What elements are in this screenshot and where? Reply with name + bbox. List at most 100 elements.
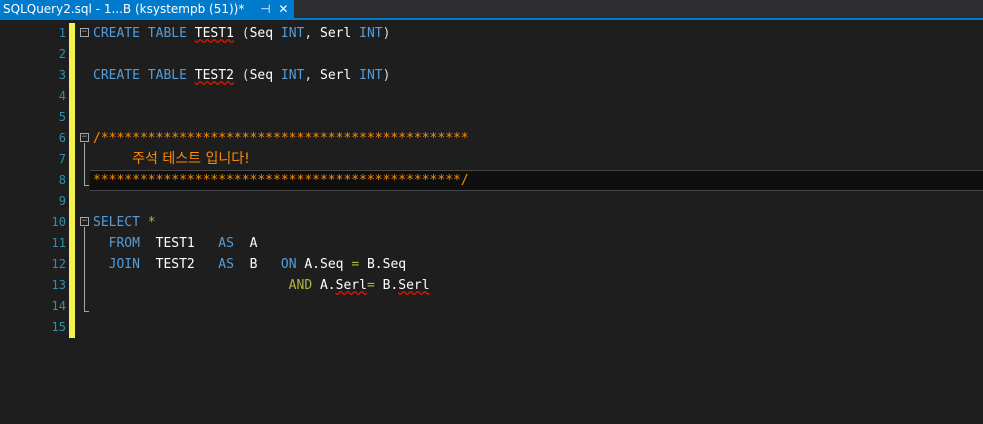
code-text: CREATE TABLE TEST2 (Seq INT, Serl INT) <box>93 65 390 86</box>
code-token: B. <box>382 278 399 293</box>
code-token: INT <box>280 68 305 83</box>
code-text: FROM TEST1 AS A <box>93 233 258 254</box>
line-number: 9 <box>58 194 66 208</box>
code-token: ( <box>233 26 250 41</box>
change-marker <box>69 170 75 191</box>
change-marker <box>69 149 75 170</box>
code-token: INT <box>280 26 305 41</box>
code-token: CREATE <box>93 68 140 83</box>
code-token: JOIN <box>108 257 140 272</box>
code-line[interactable]: 8 ***************************************… <box>0 170 983 191</box>
code-text: ****************************************… <box>93 170 469 191</box>
change-marker <box>69 86 75 107</box>
change-marker <box>69 191 75 212</box>
code-line[interactable]: 15 <box>0 317 983 338</box>
code-line[interactable]: 1 − CREATE TABLE TEST1 (Seq INT, Serl INT) <box>0 23 983 44</box>
code-token: FROM <box>108 236 140 251</box>
code-line[interactable]: 12 JOIN TEST2 AS B ON A.Seq = B.Seq <box>0 254 983 275</box>
line-number: 14 <box>51 299 66 313</box>
line-number: 10 <box>51 215 66 229</box>
change-marker <box>69 128 75 149</box>
code-token: A. <box>319 278 336 293</box>
collapse-icon[interactable]: − <box>80 133 89 142</box>
code-token: = <box>366 278 375 293</box>
code-token: TABLE <box>147 68 187 83</box>
collapse-icon[interactable]: − <box>80 217 89 226</box>
code-line[interactable]: 9 <box>0 191 983 212</box>
code-token: ****************************************… <box>93 173 469 188</box>
code-token: ON <box>280 257 297 272</box>
code-line[interactable]: 2 <box>0 44 983 65</box>
code-line[interactable]: 11 FROM TEST1 AS A <box>0 233 983 254</box>
code-text: JOIN TEST2 AS B ON A.Seq = B.Seq <box>93 254 406 275</box>
code-text: CREATE TABLE TEST1 (Seq INT, Serl INT) <box>93 23 390 44</box>
code-line[interactable]: 13 AND A.Serl= B.Serl <box>0 275 983 296</box>
code-line[interactable]: 3 CREATE TABLE TEST2 (Seq INT, Serl INT) <box>0 65 983 86</box>
code-token: INT <box>359 26 383 41</box>
change-marker <box>69 296 75 317</box>
line-number: 1 <box>58 26 66 40</box>
change-marker <box>69 275 75 296</box>
code-token: Seq <box>249 68 274 83</box>
code-token: 주석 테스트 입니다! <box>132 151 250 167</box>
close-icon[interactable]: ✕ <box>276 0 290 18</box>
code-token: A <box>249 236 258 251</box>
code-token: SELECT <box>93 215 140 230</box>
change-marker <box>69 317 75 338</box>
code-editor[interactable]: 1− CREATE TABLE TEST1 (Seq INT, Serl INT)… <box>0 20 983 424</box>
code-line[interactable]: 7 주석 테스트 입니다! <box>0 149 983 170</box>
code-token: ( <box>233 68 250 83</box>
code-line[interactable]: 5 <box>0 107 983 128</box>
code-token: Serl <box>335 278 367 293</box>
line-number: 2 <box>58 47 66 61</box>
code-token: Seq <box>249 26 274 41</box>
code-token: AS <box>218 236 234 251</box>
code-line[interactable]: 4 <box>0 86 983 107</box>
code-token: Serl <box>398 278 430 293</box>
code-token: AND <box>288 278 313 293</box>
line-number: 12 <box>51 257 66 271</box>
code-line[interactable]: 14 <box>0 296 983 317</box>
line-number: 7 <box>58 152 66 166</box>
line-number: 11 <box>51 236 66 250</box>
code-line[interactable]: 10 − SELECT * <box>0 212 983 233</box>
change-marker <box>69 44 75 65</box>
tab-sqlquery2[interactable]: SQLQuery2.sql - 1...B (ksystempb (51))* … <box>0 0 295 18</box>
code-text: 주석 테스트 입니다! <box>93 149 250 170</box>
change-marker <box>69 23 75 44</box>
change-marker <box>69 107 75 128</box>
line-number: 15 <box>51 320 66 334</box>
code-text: AND A.Serl= B.Serl <box>93 275 430 296</box>
line-number: 8 <box>58 173 66 187</box>
code-token: , <box>304 26 321 41</box>
collapse-icon[interactable]: − <box>80 28 89 37</box>
code-line[interactable]: 6 −/*************************************… <box>0 128 983 149</box>
code-token: ) <box>382 26 391 41</box>
code-token: TEST1 <box>155 236 195 251</box>
document-tab-bar: SQLQuery2.sql - 1...B (ksystempb (51))* … <box>0 0 983 20</box>
fold-guide <box>84 143 85 186</box>
line-number: 3 <box>58 68 66 82</box>
pin-icon[interactable]: ⊣ <box>258 0 272 18</box>
line-number: 4 <box>58 89 66 103</box>
line-number: 5 <box>58 110 66 124</box>
line-number: 13 <box>51 278 66 292</box>
change-marker <box>69 65 75 86</box>
